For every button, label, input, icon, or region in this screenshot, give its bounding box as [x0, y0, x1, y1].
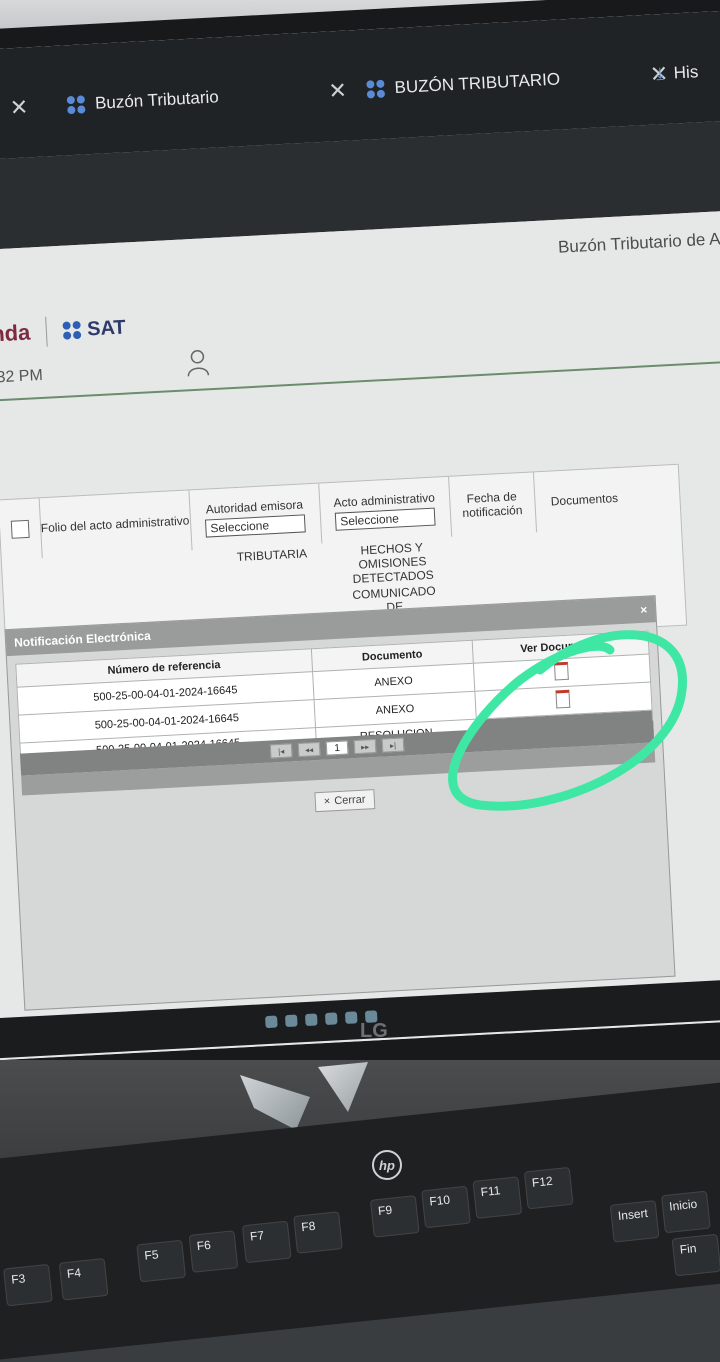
dialog-title: Notificación Electrónica: [14, 629, 151, 650]
key-f11[interactable]: F11: [472, 1176, 522, 1219]
last-page-button[interactable]: ▸|: [382, 738, 405, 753]
divider: [45, 317, 48, 347]
row-autoridad: TRIBUTARIA: [222, 546, 323, 565]
sat-logo-text: SAT: [87, 316, 127, 341]
key-f3[interactable]: F3: [3, 1264, 53, 1307]
taskbar-app-icon[interactable]: [345, 1011, 358, 1024]
select-all-checkbox[interactable]: [11, 520, 30, 539]
close-icon[interactable]: ✕: [9, 94, 29, 121]
sat-logo-icon: [63, 321, 82, 340]
autoridad-select[interactable]: Seleccione: [205, 514, 306, 537]
hacienda-logo: enda: [0, 320, 31, 349]
header-divider: [0, 359, 720, 403]
first-page-button[interactable]: |◂: [270, 743, 293, 758]
key-f6[interactable]: F6: [189, 1230, 239, 1273]
page-title: Buzón Tributario de Abra: [558, 228, 720, 258]
pdf-icon[interactable]: [554, 662, 569, 681]
col-acto[interactable]: Acto administrativo Seleccione: [318, 477, 452, 544]
col-autoridad[interactable]: Autoridad emisora Seleccione: [188, 484, 322, 551]
key-inicio[interactable]: Inicio: [661, 1191, 711, 1234]
tab-history[interactable]: ⤓ His: [655, 52, 699, 94]
current-page[interactable]: 1: [326, 740, 349, 755]
close-icon[interactable]: ×: [640, 603, 648, 617]
pdf-icon[interactable]: [556, 690, 571, 709]
key-fin[interactable]: Fin: [672, 1234, 720, 1277]
tab-buzon[interactable]: Buzón Tributario ✕: [66, 71, 348, 126]
next-page-button[interactable]: ▸▸: [354, 739, 377, 754]
col-folio[interactable]: Folio del acto administrativo: [39, 490, 193, 558]
key-f4[interactable]: F4: [59, 1258, 109, 1301]
select-all-cell: [0, 498, 43, 560]
sat-tab-icon: [366, 80, 385, 99]
taskbar-app-icon[interactable]: [305, 1013, 318, 1026]
clock-time: 6:32 PM: [0, 367, 43, 388]
col-fecha[interactable]: Fecha de notificación: [448, 472, 537, 536]
download-icon: ⤓: [656, 64, 665, 84]
col-documentos-label: Documentos: [550, 491, 618, 509]
key-f5[interactable]: F5: [136, 1240, 186, 1283]
sat-logo: SAT: [63, 316, 127, 342]
monitor-screen: s d ✕ Buzón Tributario ✕ BUZÓN TRIBUTARI…: [0, 10, 720, 1060]
cerrar-label: Cerrar: [334, 794, 366, 808]
key-f12[interactable]: F12: [524, 1167, 574, 1210]
logos: enda SAT: [0, 313, 126, 351]
taskbar-app-icon[interactable]: [265, 1016, 278, 1029]
prev-page-button[interactable]: ◂◂: [298, 742, 321, 757]
key-f10[interactable]: F10: [421, 1186, 471, 1229]
tab-label: His: [673, 62, 699, 83]
notification-dialog: Notificación Electrónica × Número de ref…: [4, 595, 675, 1011]
user-icon[interactable]: [185, 348, 210, 377]
col-acto-label: Acto administrativo: [333, 490, 435, 509]
acto-select[interactable]: Seleccione: [335, 507, 436, 530]
hp-logo: hp: [372, 1150, 402, 1180]
taskbar-app-icon[interactable]: [285, 1014, 298, 1027]
key-insert[interactable]: Insert: [610, 1200, 660, 1243]
taskbar-app-icon[interactable]: [325, 1012, 338, 1025]
page-content: Buzón Tributario de Abra enda SAT 6:32 P…: [0, 209, 720, 1060]
tab-buzon-active[interactable]: BUZÓN TRIBUTARIO ✕: [366, 54, 670, 110]
tab-partial[interactable]: s d ✕: [0, 87, 29, 130]
key-f9[interactable]: F9: [370, 1195, 420, 1238]
close-icon[interactable]: ✕: [328, 78, 348, 105]
col-folio-label: Folio del acto administrativo: [40, 513, 189, 535]
close-icon: ×: [324, 795, 331, 807]
cerrar-button[interactable]: × Cerrar: [314, 789, 375, 812]
col-documentos: Documentos: [533, 467, 636, 532]
tab-label: BUZÓN TRIBUTARIO: [394, 69, 560, 98]
lg-logo: LG: [360, 1020, 388, 1043]
col-autoridad-label: Autoridad emisora: [205, 497, 303, 516]
key-f8[interactable]: F8: [293, 1211, 343, 1254]
col-fecha-label: Fecha de notificación: [449, 488, 535, 520]
key-f7[interactable]: F7: [242, 1221, 292, 1264]
sat-tab-icon: [67, 95, 86, 114]
tab-label: Buzón Tributario: [95, 87, 220, 113]
